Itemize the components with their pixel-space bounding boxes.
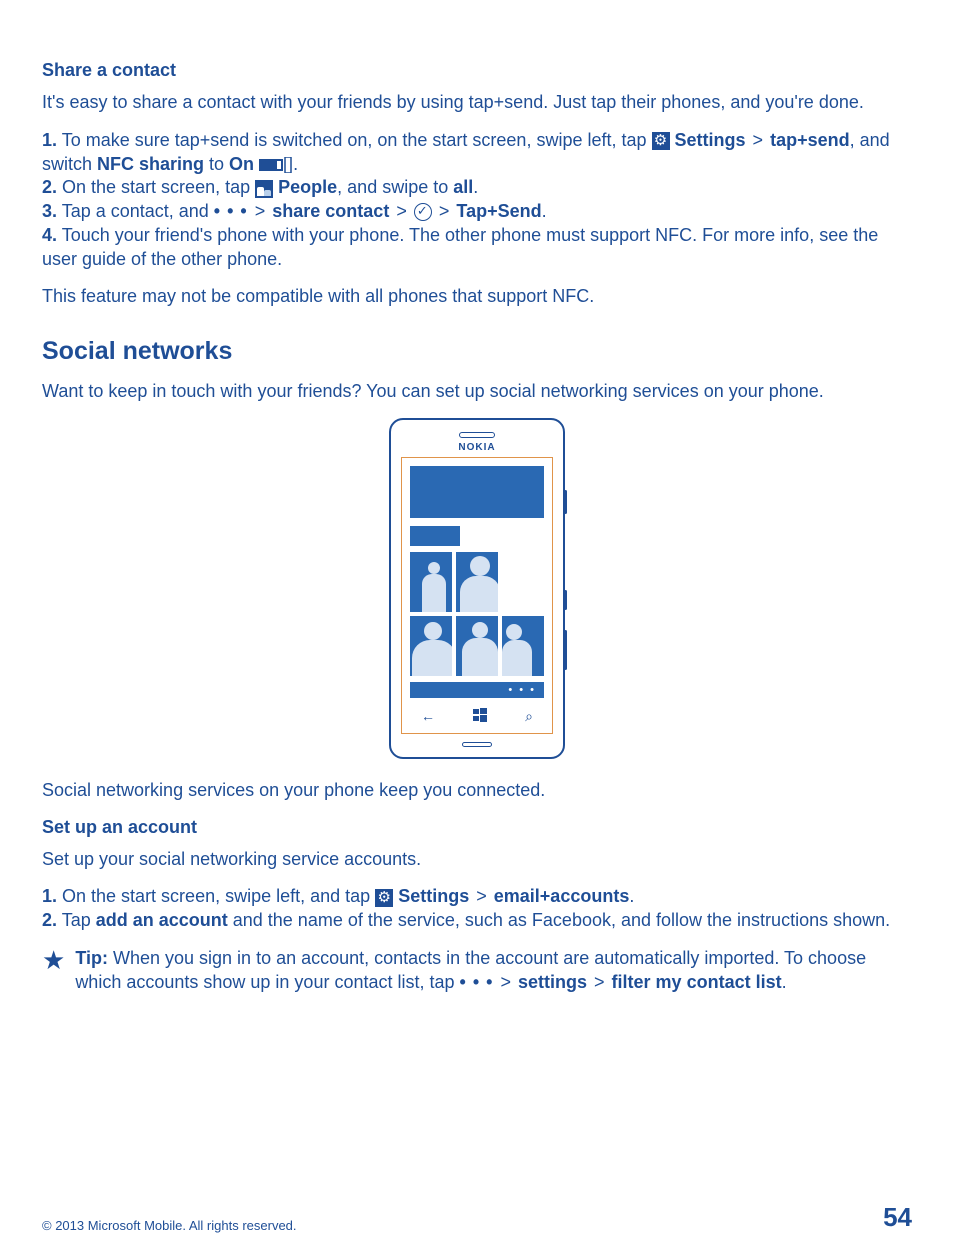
tip-filter: filter my contact list <box>612 972 782 992</box>
step1-on: On <box>229 154 254 174</box>
step2-people: People <box>278 177 337 197</box>
nav-search-icon: ⌕ <box>525 708 533 725</box>
gt-7: > <box>592 972 607 992</box>
nav-back-icon: ← <box>421 708 435 725</box>
setup-step-1: 1. <box>42 886 57 906</box>
tip-settings: settings <box>518 972 587 992</box>
step3-b: Tap a contact, and <box>57 201 214 221</box>
people-icon <box>255 180 273 198</box>
step2-text-b: On the start screen, tap <box>57 177 255 197</box>
copyright: © 2013 Microsoft Mobile. All rights rese… <box>42 1218 297 1233</box>
settings-icon <box>652 132 670 150</box>
gt-1: > <box>751 130 766 150</box>
nav-windows-icon <box>473 708 487 725</box>
setup-step2-c: and the name of the service, such as Fac… <box>228 910 890 930</box>
setup-steps: 1. On the start screen, swipe left, and … <box>42 885 912 933</box>
step2-all: all <box>453 177 473 197</box>
checkmark-circle-icon <box>414 203 432 221</box>
setup-step1-settings: Settings <box>398 886 469 906</box>
gt-6: > <box>498 972 513 992</box>
tip-end: . <box>782 972 787 992</box>
step2-end: . <box>473 177 478 197</box>
heading-share-contact: Share a contact <box>42 60 912 81</box>
gt-2: > <box>253 201 268 221</box>
tip-label: Tip: <box>75 948 108 968</box>
star-icon: ★ <box>42 947 65 973</box>
setup-step1-end: . <box>629 886 634 906</box>
setup-step-2: 2. <box>42 910 57 930</box>
settings-icon-2 <box>375 889 393 907</box>
phone-brand: NOKIA <box>401 442 553 453</box>
setup-step1-email: email+accounts <box>494 886 630 906</box>
setup-step2-b: Tap <box>57 910 96 930</box>
tip-block: ★ Tip: When you sign in to an account, c… <box>42 947 912 995</box>
gt-5: > <box>474 886 489 906</box>
step3-tapsend: Tap+Send <box>456 201 541 221</box>
step2-c: , and swipe to <box>337 177 453 197</box>
phone-illustration: NOKIA <box>42 418 912 759</box>
share-intro: It's easy to share a contact with your f… <box>42 91 912 115</box>
social-intro: Want to keep in touch with your friends?… <box>42 380 912 404</box>
gt-3: > <box>394 201 409 221</box>
step-num-2: 2. <box>42 177 57 197</box>
step1-settings: Settings <box>675 130 746 150</box>
step3-share: share contact <box>272 201 389 221</box>
setup-step1-b: On the start screen, swipe left, and tap <box>57 886 375 906</box>
social-after: Social networking services on your phone… <box>42 779 912 803</box>
step1-text-a: To make sure tap+send is switched on, on… <box>57 130 651 150</box>
heading-social-networks: Social networks <box>42 337 912 366</box>
toggle-on-icon <box>259 157 293 173</box>
setup-intro: Set up your social networking service ac… <box>42 848 912 872</box>
page-number: 54 <box>883 1202 912 1233</box>
gt-4: > <box>437 201 452 221</box>
setup-step2-add: add an account <box>96 910 228 930</box>
heading-setup-account: Set up an account <box>42 817 912 838</box>
step1-tapsend: tap+send <box>770 130 850 150</box>
step1-to: to <box>204 154 229 174</box>
step1-nfc: NFC sharing <box>97 154 204 174</box>
step-num-4: 4. <box>42 225 57 245</box>
step-num-1: 1. <box>42 130 57 150</box>
phone-more-dots: • • • <box>410 682 544 698</box>
step4-b: Touch your friend's phone with your phon… <box>42 225 878 269</box>
more-dots-icon-2: • • • <box>460 972 494 992</box>
share-steps: 1. To make sure tap+send is switched on,… <box>42 129 912 272</box>
step1-end: . <box>293 154 298 174</box>
step3-end: . <box>542 201 547 221</box>
share-note: This feature may not be compatible with … <box>42 285 912 309</box>
step-num-3: 3. <box>42 201 57 221</box>
more-dots-icon: • • • <box>214 201 248 221</box>
